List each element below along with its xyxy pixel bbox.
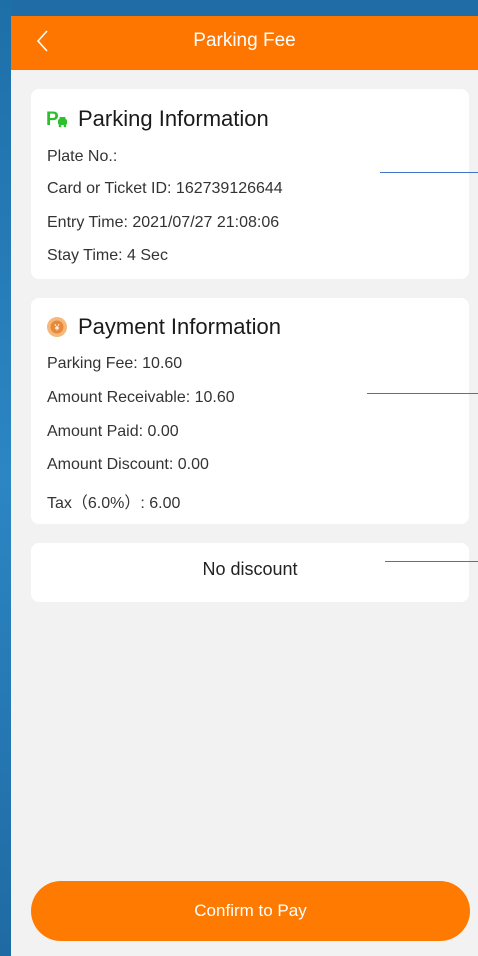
parking-info-card: P Parking Information Plate No.: Card or… [31,89,469,279]
annotation-line [380,172,478,173]
plate-no-text: Plate No.: [47,148,118,165]
entry-time-text: Entry Time: 2021/07/27 21:08:06 [47,214,280,231]
page-title: Parking Fee [193,30,296,51]
payment-info-card: ¥ Payment Information Parking Fee: 10.60… [31,298,469,524]
svg-text:¥: ¥ [53,323,60,333]
app-screen: Parking Fee P Parking Information Plate … [11,16,478,956]
payment-info-heading: ¥ Payment Information [46,314,281,340]
annotation-line [385,561,478,562]
window-frame-top [0,0,478,16]
amount-paid-text: Amount Paid: 0.00 [47,423,179,440]
tax-text: Tax（6.0%）: 6.00 [47,495,181,512]
amount-discount-text: Amount Discount: 0.00 [47,456,209,473]
discount-label: No discount [202,559,298,579]
annotation-line [367,393,478,394]
parking-info-heading: P Parking Information [46,106,269,132]
discount-selector[interactable]: No discount [31,543,469,602]
amount-receivable-text: Amount Receivable: 10.60 [47,389,235,406]
yen-coin-icon: ¥ [46,316,68,338]
parking-info-title: Parking Information [78,106,269,131]
window-frame-left [0,0,11,956]
stay-time-text: Stay Time: 4 Sec [47,247,168,264]
svg-text:P: P [46,109,59,130]
payment-info-title: Payment Information [78,314,281,339]
parking-fee-text: Parking Fee: 10.60 [47,355,183,372]
top-bar: Parking Fee [11,16,478,70]
ticket-id-text: Card or Ticket ID: 162739126644 [47,180,283,197]
confirm-pay-button[interactable]: Confirm to Pay [31,881,470,941]
parking-car-icon: P [46,108,68,130]
